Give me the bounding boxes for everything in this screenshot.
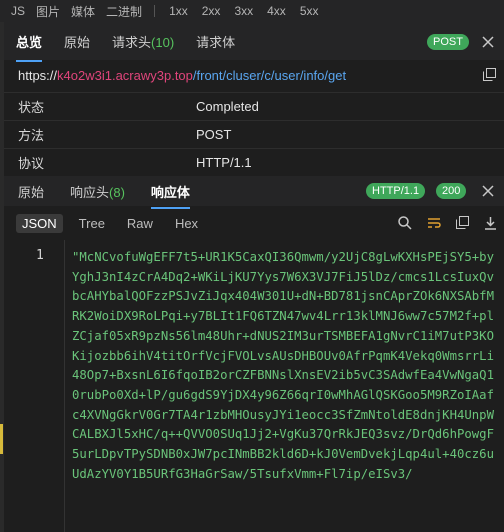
response-body-editor[interactable]: 1 "McNCvofuWgEFF7t5+UR1K5CaxQI36Qmwm/y2U… [4, 240, 504, 532]
filter-1xx[interactable]: 1xx [169, 4, 188, 18]
url-row: https://k4o2w3i1.acrawy3p.top/front/clus… [4, 60, 504, 90]
status-code-badge: 200 [436, 183, 467, 199]
filter-4xx[interactable]: 4xx [267, 4, 286, 18]
tab-request-body[interactable]: 请求体 [196, 32, 235, 51]
url-path: /front/cluser/c/user/info/get [192, 67, 347, 83]
filter-images[interactable]: 图片 [36, 3, 60, 20]
filter-binary[interactable]: 二进制 [106, 3, 142, 20]
url-scheme: https:// [18, 67, 58, 83]
info-key: 状态 [18, 100, 45, 115]
tab-request-headers[interactable]: 请求头(10) [112, 32, 174, 51]
selected-row-marker [0, 424, 3, 454]
tab-response-raw[interactable]: 原始 [18, 182, 44, 201]
close-icon[interactable] [482, 36, 494, 50]
filter-2xx[interactable]: 2xx [202, 4, 221, 18]
response-headers-label: 响应头 [70, 184, 110, 200]
filter-media[interactable]: 媒体 [71, 3, 95, 20]
request-headers-label: 请求头 [112, 34, 152, 50]
info-row-protocol: 协议 HTTP/1.1 [4, 148, 504, 176]
protocol-badge: HTTP/1.1 [366, 183, 426, 199]
method-badge: POST [427, 34, 469, 50]
info-value: Completed [196, 99, 259, 114]
format-hex[interactable]: Hex [169, 214, 204, 233]
info-value: POST [196, 127, 232, 142]
filter-5xx[interactable]: 5xx [300, 4, 319, 18]
copy-icon[interactable] [456, 216, 469, 231]
wrap-lines-icon[interactable] [427, 216, 441, 232]
format-json[interactable]: JSON [16, 213, 63, 233]
line-gutter: 1 [4, 240, 65, 532]
search-icon[interactable] [398, 216, 412, 232]
response-headers-count: (8) [109, 184, 125, 200]
close-icon[interactable] [482, 185, 494, 199]
info-row-method: 方法 POST [4, 120, 504, 148]
url-host: k4o2w3i1.acrawy3p.top [57, 67, 193, 83]
tab-response-headers[interactable]: 响应头(8) [70, 182, 125, 201]
request-headers-count: (10) [151, 34, 175, 50]
tab-request-raw[interactable]: 原始 [64, 32, 90, 51]
filter-divider [154, 5, 156, 17]
format-tree[interactable]: Tree [73, 214, 111, 233]
copy-icon[interactable] [483, 68, 496, 83]
filter-js[interactable]: JS [11, 4, 25, 18]
info-key: 协议 [18, 156, 45, 171]
overview-info: 状态 Completed 方法 POST 协议 HTTP/1.1 [4, 92, 504, 176]
tab-response-body[interactable]: 响应体 [150, 182, 190, 209]
info-value: HTTP/1.1 [196, 155, 252, 170]
download-icon[interactable] [484, 216, 497, 232]
info-key: 方法 [18, 128, 45, 143]
format-raw[interactable]: Raw [121, 214, 159, 233]
line-number: 1 [36, 248, 44, 263]
filter-3xx[interactable]: 3xx [234, 4, 253, 18]
tab-overview[interactable]: 总览 [16, 32, 43, 62]
response-tabs: 原始 响应头(8) 响应体 [4, 176, 504, 209]
info-row-status: 状态 Completed [4, 92, 504, 120]
response-body-code[interactable]: "McNCvofuWgEFF7t5+UR1K5CaxQI36Qmwm/y2UjC… [72, 248, 496, 484]
type-filter-bar: JS 图片 媒体 二进制 1xx 2xx 3xx 4xx 5xx [0, 0, 504, 23]
